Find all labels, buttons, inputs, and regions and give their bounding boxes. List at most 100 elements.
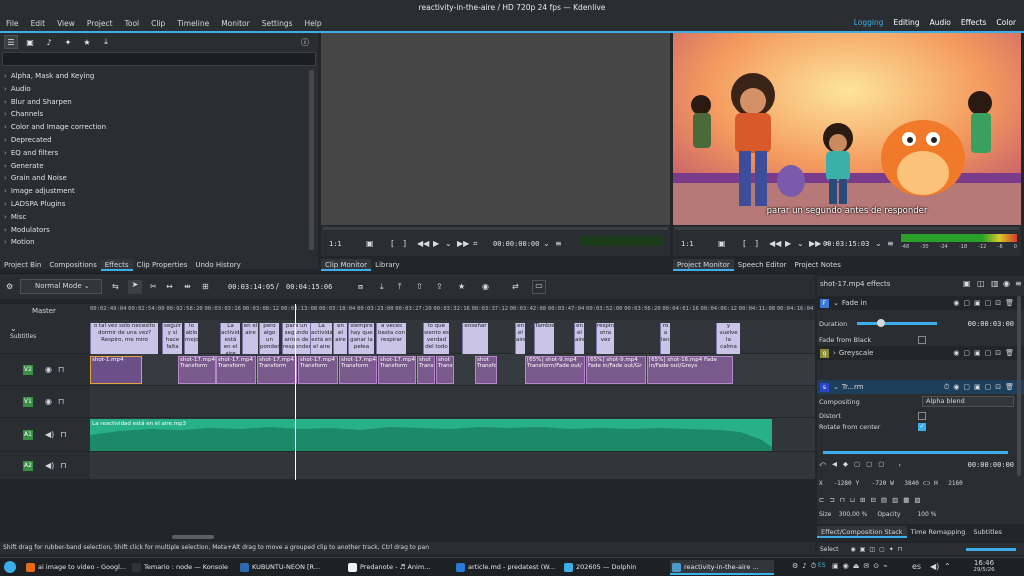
- w-field[interactable]: 3840: [897, 480, 918, 487]
- x-field[interactable]: -1280: [826, 480, 852, 487]
- audio-effects-icon[interactable]: ♪: [42, 35, 56, 49]
- rewind-icon[interactable]: ◀◀: [769, 239, 781, 248]
- layout-audio[interactable]: Audio: [928, 17, 953, 28]
- favorite-icon[interactable]: ★: [80, 35, 94, 49]
- clip-zoom[interactable]: 1:1: [329, 240, 342, 248]
- project-timecode[interactable]: 00:03:15:03: [823, 240, 869, 248]
- view-mode-icons[interactable]: ◉▣◫▢✦⊓: [851, 546, 907, 553]
- zone-in-icon[interactable]: [: [743, 239, 746, 248]
- list-item[interactable]: Motion: [4, 236, 304, 249]
- subtitle-clip[interactable]: a veces basta con respirar: [376, 323, 406, 354]
- lock-icon[interactable]: ⊓: [58, 397, 64, 406]
- distort-checkbox[interactable]: [918, 411, 926, 420]
- layout-color[interactable]: Color: [994, 17, 1018, 28]
- video-clip[interactable]: [65%] shot-9.mp4 Fade in/Fade out/Gr: [586, 356, 646, 384]
- subtitle-clip[interactable]: o tal vez solo necesito dormir de una ve…: [90, 323, 158, 354]
- select-tool-icon[interactable]: ➤: [128, 280, 142, 294]
- subtitle-clip[interactable]: lo ablo mejor: [184, 323, 198, 354]
- settings-icon[interactable]: ⚙: [6, 282, 13, 291]
- list-item[interactable]: EQ and filters: [4, 147, 304, 160]
- subtitle-clip[interactable]: También: [534, 323, 554, 354]
- menu-file[interactable]: File: [6, 19, 19, 28]
- video-clip[interactable]: shot Transfo: [417, 356, 435, 384]
- audio-clip[interactable]: La reactividad está en el aire.mp3: [90, 419, 772, 451]
- video-clip[interactable]: shot-17.mp4 Transform: [216, 356, 256, 384]
- play-icon[interactable]: ▶: [785, 239, 791, 248]
- insert-icon[interactable]: ⤓: [380, 282, 384, 292]
- list-item[interactable]: Modulators: [4, 224, 304, 237]
- keyframe-timecode[interactable]: 00:00:00:00: [968, 461, 1014, 469]
- chevron-down-icon[interactable]: ⌄: [833, 299, 839, 307]
- chevron-down-icon[interactable]: ⌄: [833, 383, 839, 391]
- effects-scrollbar[interactable]: [309, 70, 314, 250]
- menu-icon[interactable]: ≡: [1015, 279, 1022, 288]
- task-vscode[interactable]: article.md - predatest (W...: [454, 560, 558, 575]
- video-clip[interactable]: shot-17.mp4 Transform: [339, 356, 377, 384]
- eye-icon[interactable]: ◉: [45, 365, 52, 374]
- crop-icon[interactable]: ⌗: [473, 239, 478, 249]
- project-zoom[interactable]: 1:1: [681, 240, 694, 248]
- ripple-icon[interactable]: ⇹: [184, 282, 191, 291]
- list-item[interactable]: LADSPA Plugins: [4, 198, 304, 211]
- menu-monitor[interactable]: Monitor: [221, 19, 250, 28]
- menu-edit[interactable]: Edit: [31, 19, 46, 28]
- y-field[interactable]: -720: [862, 480, 886, 487]
- menu-settings[interactable]: Settings: [262, 19, 293, 28]
- tab-effect-composition-stack[interactable]: Effect/Composition Stack: [817, 526, 907, 538]
- clock[interactable]: 16:46 29/5/26: [966, 559, 1002, 573]
- menu-icon[interactable]: ≡: [887, 239, 894, 248]
- track-header-v2[interactable]: V2 ◉ ⊓: [0, 354, 90, 386]
- audio-track-a2[interactable]: [90, 452, 815, 480]
- zone-out-icon[interactable]: ]: [403, 239, 406, 248]
- app-launcher-icon[interactable]: [4, 561, 16, 573]
- project-seek-bar[interactable]: [675, 227, 1019, 230]
- subtitle-clip[interactable]: seguir y si hace falta: [162, 323, 182, 354]
- list-item[interactable]: Alpha, Mask and Keying: [4, 70, 304, 83]
- tab-clip-properties[interactable]: Clip Properties: [133, 259, 192, 271]
- timeline-mode-select[interactable]: Normal Mode ⌄: [20, 279, 102, 294]
- task-konsole[interactable]: Temario : node — Konsole: [130, 560, 234, 575]
- video-clip[interactable]: [65%] shot-16.mp4 Fade in/Fade out/Greys: [647, 356, 733, 384]
- opacity-field[interactable]: 100 %: [906, 511, 936, 518]
- track-header-a1[interactable]: A1 ◀) ⊓: [0, 418, 90, 452]
- multicam-icon[interactable]: ⇆: [112, 282, 119, 291]
- fullscreen-icon[interactable]: ▣: [366, 239, 374, 248]
- chevron-down-icon[interactable]: ⌄: [875, 239, 882, 248]
- clip-monitor[interactable]: [321, 33, 670, 225]
- compositing-select[interactable]: Alpha blend: [922, 396, 1014, 407]
- subtitle-clip[interactable]: La actividad está en el aire: [310, 323, 332, 354]
- task-predanote[interactable]: Predanote - ♬ Anim...: [346, 560, 450, 575]
- tab-clip-monitor[interactable]: Clip Monitor: [321, 259, 372, 271]
- play-icon[interactable]: ▶: [433, 239, 439, 248]
- zoom-slider[interactable]: [966, 547, 1016, 551]
- menu-project[interactable]: Project: [87, 19, 113, 28]
- preview-icon[interactable]: ▭: [532, 280, 546, 294]
- chevron-up-icon[interactable]: ⌃: [944, 562, 951, 571]
- tray-keyboard-label[interactable]: es: [912, 562, 921, 571]
- tab-effects[interactable]: Effects: [100, 259, 133, 271]
- align-buttons[interactable]: ⊏⊐⊓⊔⊞⊟▤▥▦▧: [819, 494, 1014, 505]
- size-field[interactable]: 300,00 %: [837, 511, 868, 518]
- lift-icon[interactable]: ⇧: [416, 282, 423, 291]
- list-item[interactable]: Deprecated: [4, 134, 304, 147]
- video-clip[interactable]: shot Transform: [475, 356, 497, 384]
- effect-stack-scrollbar[interactable]: [1017, 296, 1021, 476]
- custom-effects-icon[interactable]: ✦: [61, 35, 75, 49]
- video-clip[interactable]: shot-17.mp4 Transform: [178, 356, 216, 384]
- timeline-ruler[interactable]: 00:02:49:04 00:02:54:00 00:02:58:20 00:03:0…: [0, 304, 815, 320]
- timeline-position[interactable]: 00:03:14:05: [228, 283, 274, 291]
- list-item[interactable]: Blur and Sharpen: [4, 96, 304, 109]
- eye-icon[interactable]: ◉: [45, 397, 52, 406]
- speaker-icon[interactable]: ◀): [45, 461, 54, 470]
- task-kdenlive[interactable]: reactivity-in-the-aire ...: [670, 560, 774, 575]
- layout-logging[interactable]: Logging: [852, 17, 886, 28]
- timeline-scrollbar[interactable]: [172, 535, 214, 539]
- video-clip[interactable]: shot-17.mp4 Transform: [378, 356, 416, 384]
- mix-icon[interactable]: ⇄: [512, 282, 519, 291]
- effect-actions-icon[interactable]: ⏱◉▢▣▢⊡🗑: [944, 383, 1018, 392]
- menu-tool[interactable]: Tool: [125, 19, 140, 28]
- video-track-v1[interactable]: [90, 386, 815, 418]
- razor-icon[interactable]: ✂: [150, 282, 157, 291]
- clip-timecode[interactable]: 00:00:00:00: [493, 240, 539, 248]
- fullscreen-icon[interactable]: ▣: [718, 239, 726, 248]
